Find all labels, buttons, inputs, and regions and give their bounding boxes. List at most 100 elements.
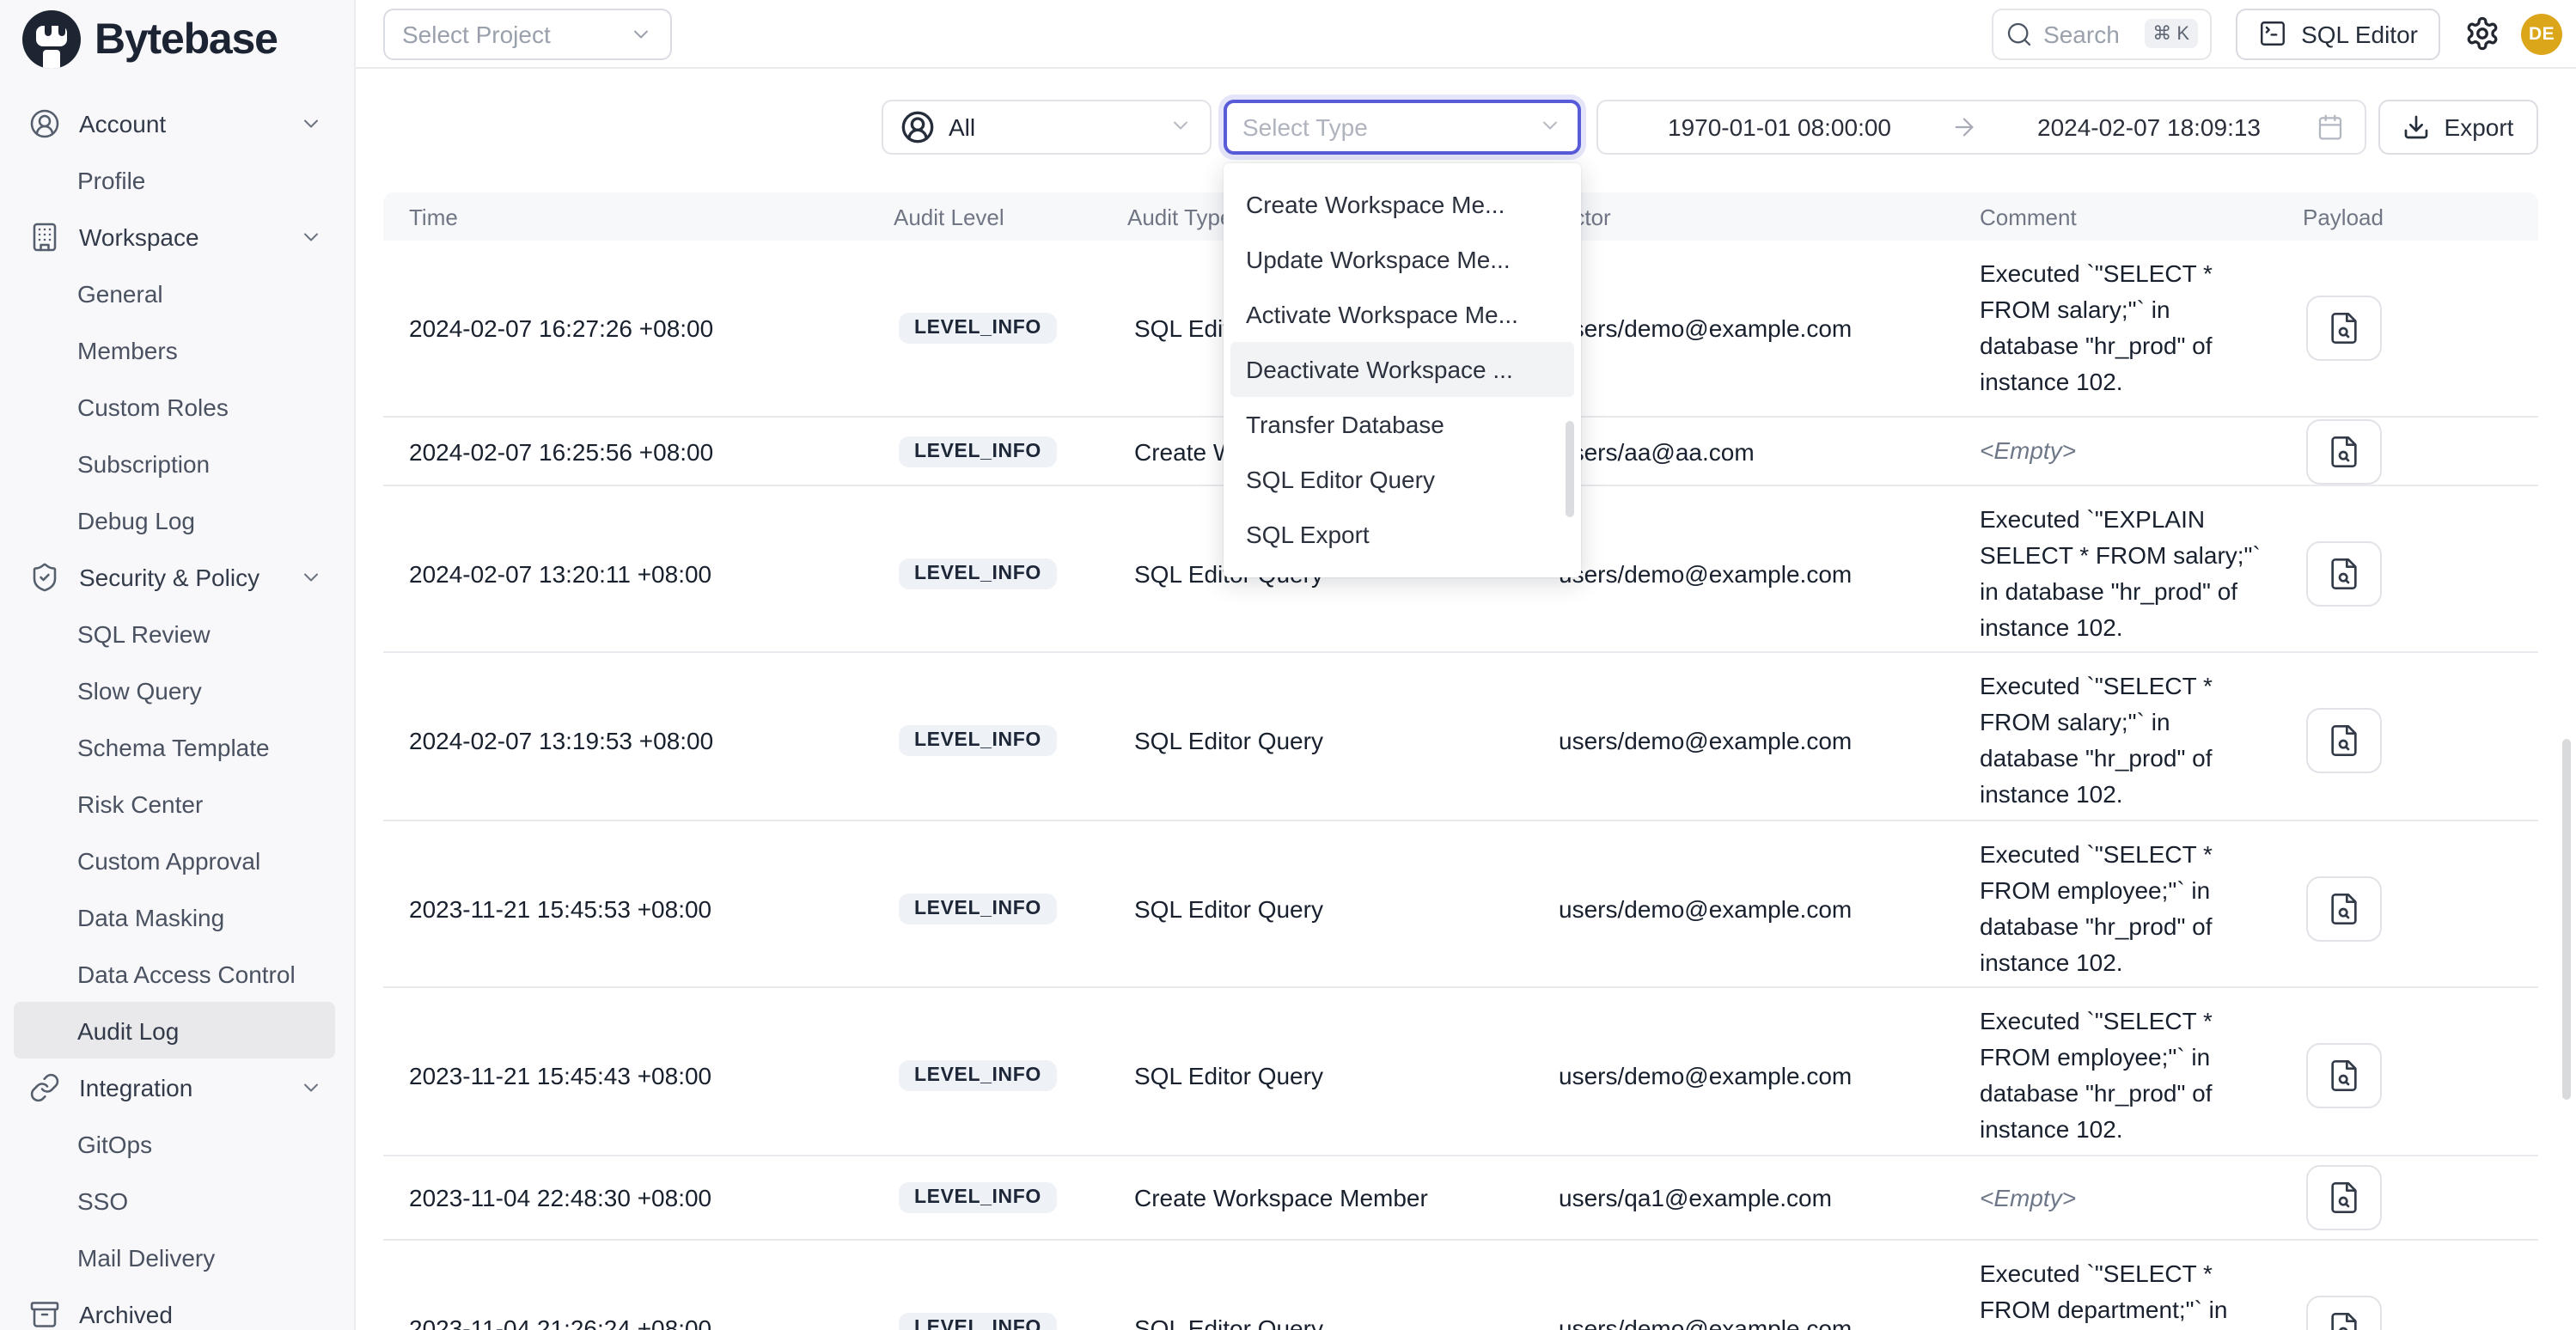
actor-filter-select[interactable]: All bbox=[882, 100, 1212, 155]
table-row: 2024-02-07 13:19:53 +08:00 LEVEL_INFO SQ… bbox=[383, 653, 2538, 821]
sidebar-label: Custom Roles bbox=[77, 393, 229, 420]
bytebase-logo-icon bbox=[22, 10, 81, 69]
type-cell: Create Workspace Member bbox=[1127, 1184, 1559, 1211]
chevron-down-icon bbox=[299, 1075, 323, 1099]
sidebar-item-risk-center[interactable]: Risk Center bbox=[0, 775, 354, 832]
level-badge: LEVEL_INFO bbox=[899, 894, 1057, 924]
col-header-time: Time bbox=[409, 204, 894, 229]
sidebar-label: Account bbox=[79, 109, 166, 137]
sidebar-item-mail-delivery[interactable]: Mail Delivery bbox=[0, 1229, 354, 1285]
sidebar-item-members[interactable]: Members bbox=[0, 321, 354, 378]
type-cell: SQL Editor Query bbox=[1127, 727, 1559, 754]
payload-view-button[interactable] bbox=[2306, 296, 2382, 361]
type-filter-select[interactable]: Select Type bbox=[1224, 100, 1581, 155]
payload-view-button[interactable] bbox=[2306, 418, 2382, 484]
payload-view-button[interactable] bbox=[2306, 708, 2382, 773]
sidebar: Bytebase Account Profile Workspace Gener… bbox=[0, 0, 356, 1330]
menu-item-transfer-database[interactable]: Transfer Database bbox=[1224, 397, 1581, 452]
table-row: 2023-11-21 15:45:43 +08:00 LEVEL_INFO SQ… bbox=[383, 988, 2538, 1156]
sidebar-item-data-masking[interactable]: Data Masking bbox=[0, 888, 354, 945]
sidebar-group-account[interactable]: Account bbox=[0, 95, 354, 151]
sidebar-item-custom-roles[interactable]: Custom Roles bbox=[0, 378, 354, 435]
comment-cell: Executed `"SELECT * FROM salary;"` in da… bbox=[1980, 653, 2303, 828]
comment-cell: <Empty> bbox=[1980, 418, 2303, 485]
table-row: 2023-11-04 21:26:24 +08:00 LEVEL_INFO SQ… bbox=[383, 1241, 2538, 1330]
chevron-down-icon bbox=[1169, 113, 1193, 142]
time-cell: 2023-11-21 15:45:53 +08:00 bbox=[409, 895, 894, 923]
menu-item-sql-export[interactable]: SQL Export bbox=[1224, 507, 1581, 562]
menu-item-activate-workspace-member[interactable]: Activate Workspace Me... bbox=[1224, 287, 1581, 342]
sidebar-item-archived[interactable]: Archived bbox=[0, 1285, 354, 1330]
sidebar-group-security-policy[interactable]: Security & Policy bbox=[0, 548, 354, 605]
actor-cell: users/demo@example.com bbox=[1559, 727, 1980, 754]
window-scrollbar-thumb[interactable] bbox=[2562, 739, 2571, 1100]
sidebar-label: Custom Approval bbox=[77, 846, 260, 874]
chevron-down-icon bbox=[299, 224, 323, 248]
level-badge: LEVEL_INFO bbox=[899, 1060, 1057, 1091]
comment-cell: <Empty> bbox=[1980, 1164, 2303, 1231]
file-search-icon bbox=[2327, 434, 2361, 468]
arrow-right-icon bbox=[1950, 113, 1978, 141]
level-badge: LEVEL_INFO bbox=[899, 558, 1057, 589]
sidebar-item-data-access-control[interactable]: Data Access Control bbox=[0, 945, 354, 1002]
time-cell: 2024-02-07 13:20:11 +08:00 bbox=[409, 560, 894, 588]
comment-cell: Executed `"SELECT * FROM employee;"` in … bbox=[1980, 988, 2303, 1163]
col-header-payload: Payload bbox=[2303, 204, 2538, 229]
sidebar-item-sso[interactable]: SSO bbox=[0, 1172, 354, 1229]
sidebar-item-custom-approval[interactable]: Custom Approval bbox=[0, 832, 354, 888]
chevron-down-icon bbox=[299, 111, 323, 135]
actor-filter-value: All bbox=[949, 113, 975, 141]
file-search-icon bbox=[2327, 557, 2361, 591]
sidebar-item-general[interactable]: General bbox=[0, 265, 354, 321]
type-cell: SQL Editor Query bbox=[1127, 895, 1559, 923]
time-cell: 2024-02-07 13:19:53 +08:00 bbox=[409, 727, 894, 754]
sidebar-item-gitops[interactable]: GitOps bbox=[0, 1115, 354, 1172]
sidebar-item-schema-template[interactable]: Schema Template bbox=[0, 718, 354, 775]
sidebar-item-slow-query[interactable]: Slow Query bbox=[0, 662, 354, 718]
menu-item-create-workspace-member[interactable]: Create Workspace Me... bbox=[1224, 177, 1581, 232]
sidebar-label: SSO bbox=[77, 1187, 128, 1214]
level-badge: LEVEL_INFO bbox=[899, 313, 1057, 344]
sidebar-label: Data Access Control bbox=[77, 960, 296, 987]
chevron-down-icon bbox=[299, 564, 323, 589]
sidebar-item-audit-log[interactable]: Audit Log bbox=[14, 1002, 335, 1059]
brand-name: Bytebase bbox=[95, 15, 278, 64]
sidebar-nav: Account Profile Workspace General Member… bbox=[0, 95, 354, 1330]
file-search-icon bbox=[2327, 1059, 2361, 1093]
sidebar-label: Data Masking bbox=[77, 903, 224, 930]
sidebar-label: Mail Delivery bbox=[77, 1243, 215, 1271]
payload-view-button[interactable] bbox=[2306, 541, 2382, 607]
dropdown-scrollbar-thumb[interactable] bbox=[1566, 421, 1574, 517]
file-search-icon bbox=[2327, 1181, 2361, 1215]
time-cell: 2023-11-04 21:26:24 +08:00 bbox=[409, 1315, 894, 1330]
archive-icon bbox=[29, 1298, 60, 1329]
payload-view-button[interactable] bbox=[2306, 1043, 2382, 1108]
user-icon bbox=[29, 107, 60, 138]
sidebar-item-sql-review[interactable]: SQL Review bbox=[0, 605, 354, 662]
sidebar-item-profile[interactable]: Profile bbox=[0, 151, 354, 208]
time-cell: 2024-02-07 16:25:56 +08:00 bbox=[409, 437, 894, 465]
sidebar-group-integration[interactable]: Integration bbox=[0, 1059, 354, 1115]
shield-check-icon bbox=[29, 561, 60, 592]
comment-cell: Executed `"SELECT * FROM salary;"` in da… bbox=[1980, 241, 2303, 416]
payload-view-button[interactable] bbox=[2306, 1165, 2382, 1230]
bytebase-logo[interactable]: Bytebase bbox=[22, 10, 278, 69]
menu-item-update-workspace-member[interactable]: Update Workspace Me... bbox=[1224, 232, 1581, 287]
menu-item-deactivate-workspace-member[interactable]: Deactivate Workspace ... bbox=[1230, 342, 1574, 397]
export-button[interactable]: Export bbox=[2378, 100, 2538, 155]
date-to-value: 2024-02-07 18:09:13 bbox=[1988, 113, 2310, 141]
export-label: Export bbox=[2445, 113, 2514, 141]
sidebar-item-debug-log[interactable]: Debug Log bbox=[0, 491, 354, 548]
actor-cell: users/demo@example.com bbox=[1559, 1062, 1980, 1089]
sidebar-item-subscription[interactable]: Subscription bbox=[0, 435, 354, 491]
sidebar-group-workspace[interactable]: Workspace bbox=[0, 208, 354, 265]
table-row: 2023-11-21 15:45:53 +08:00 LEVEL_INFO SQ… bbox=[383, 821, 2538, 988]
menu-item-sql-editor-query[interactable]: SQL Editor Query bbox=[1224, 452, 1581, 507]
payload-view-button[interactable] bbox=[2306, 1296, 2382, 1330]
sidebar-label: Profile bbox=[77, 166, 145, 193]
actor-cell: users/demo@example.com bbox=[1559, 895, 1980, 923]
payload-view-button[interactable] bbox=[2306, 876, 2382, 942]
type-filter-placeholder: Select Type bbox=[1242, 113, 1368, 141]
file-search-icon bbox=[2327, 892, 2361, 926]
date-range-picker[interactable]: 1970-01-01 08:00:00 2024-02-07 18:09:13 bbox=[1596, 100, 2366, 155]
